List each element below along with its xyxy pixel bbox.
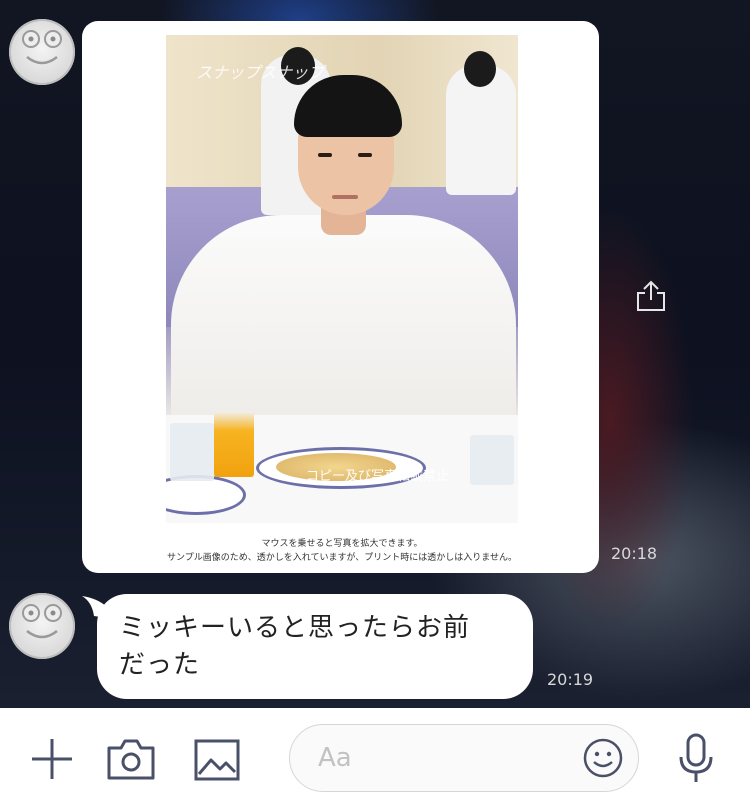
share-icon	[637, 280, 665, 311]
caption-line-2: サンプル画像のため、透かしを入れていますが、プリント時には透かしは入りません。	[166, 553, 517, 563]
photo-caption: マウスを乗せると写真を拡大できます。 サンプル画像のため、透かしを入れていますが…	[142, 537, 542, 565]
photo-glass	[470, 435, 514, 485]
message-input-placeholder: Aa	[318, 743, 352, 773]
avatar[interactable]	[9, 593, 75, 659]
message-text-line-1: ミッキーいると思ったらお前	[119, 613, 471, 643]
microphone-icon[interactable]	[676, 732, 716, 786]
frog-avatar-icon	[22, 604, 62, 639]
message-text: ミッキーいると思ったらお前 だった	[119, 610, 519, 684]
photo-background-person	[446, 51, 516, 195]
image-icon[interactable]	[193, 738, 241, 782]
shared-photo[interactable]: スナップスナップ コピー及び写真転載禁止	[166, 35, 518, 523]
caption-line-1: マウスを乗せると写真を拡大できます。	[261, 539, 423, 549]
message-text-line-2: だった	[119, 650, 201, 680]
share-button[interactable]	[634, 279, 668, 313]
frog-avatar-icon	[22, 30, 62, 65]
emoji-icon[interactable]	[582, 737, 624, 779]
photo-juice-glass	[214, 411, 254, 477]
photo-watermark-top: スナップスナップ	[196, 63, 325, 82]
message-input[interactable]: Aa	[289, 724, 639, 792]
photo-eye	[358, 153, 372, 157]
image-message-bubble[interactable]: スナップスナップ コピー及び写真転載禁止 マウスを乗せると写真を拡大できます。 …	[82, 21, 599, 573]
text-message-bubble[interactable]: ミッキーいると思ったらお前 だった	[97, 594, 533, 699]
message-timestamp: 20:18	[611, 544, 658, 563]
photo-watermark-center: コピー及び写真転載禁止	[306, 469, 450, 484]
photo-glass	[170, 423, 214, 481]
photo-eye	[318, 153, 332, 157]
plus-icon[interactable]	[28, 735, 76, 783]
photo-mouth	[332, 195, 358, 199]
avatar[interactable]	[9, 19, 75, 85]
input-bar: Aa	[0, 708, 750, 808]
message-timestamp: 20:19	[547, 670, 594, 689]
camera-icon[interactable]	[105, 736, 157, 782]
